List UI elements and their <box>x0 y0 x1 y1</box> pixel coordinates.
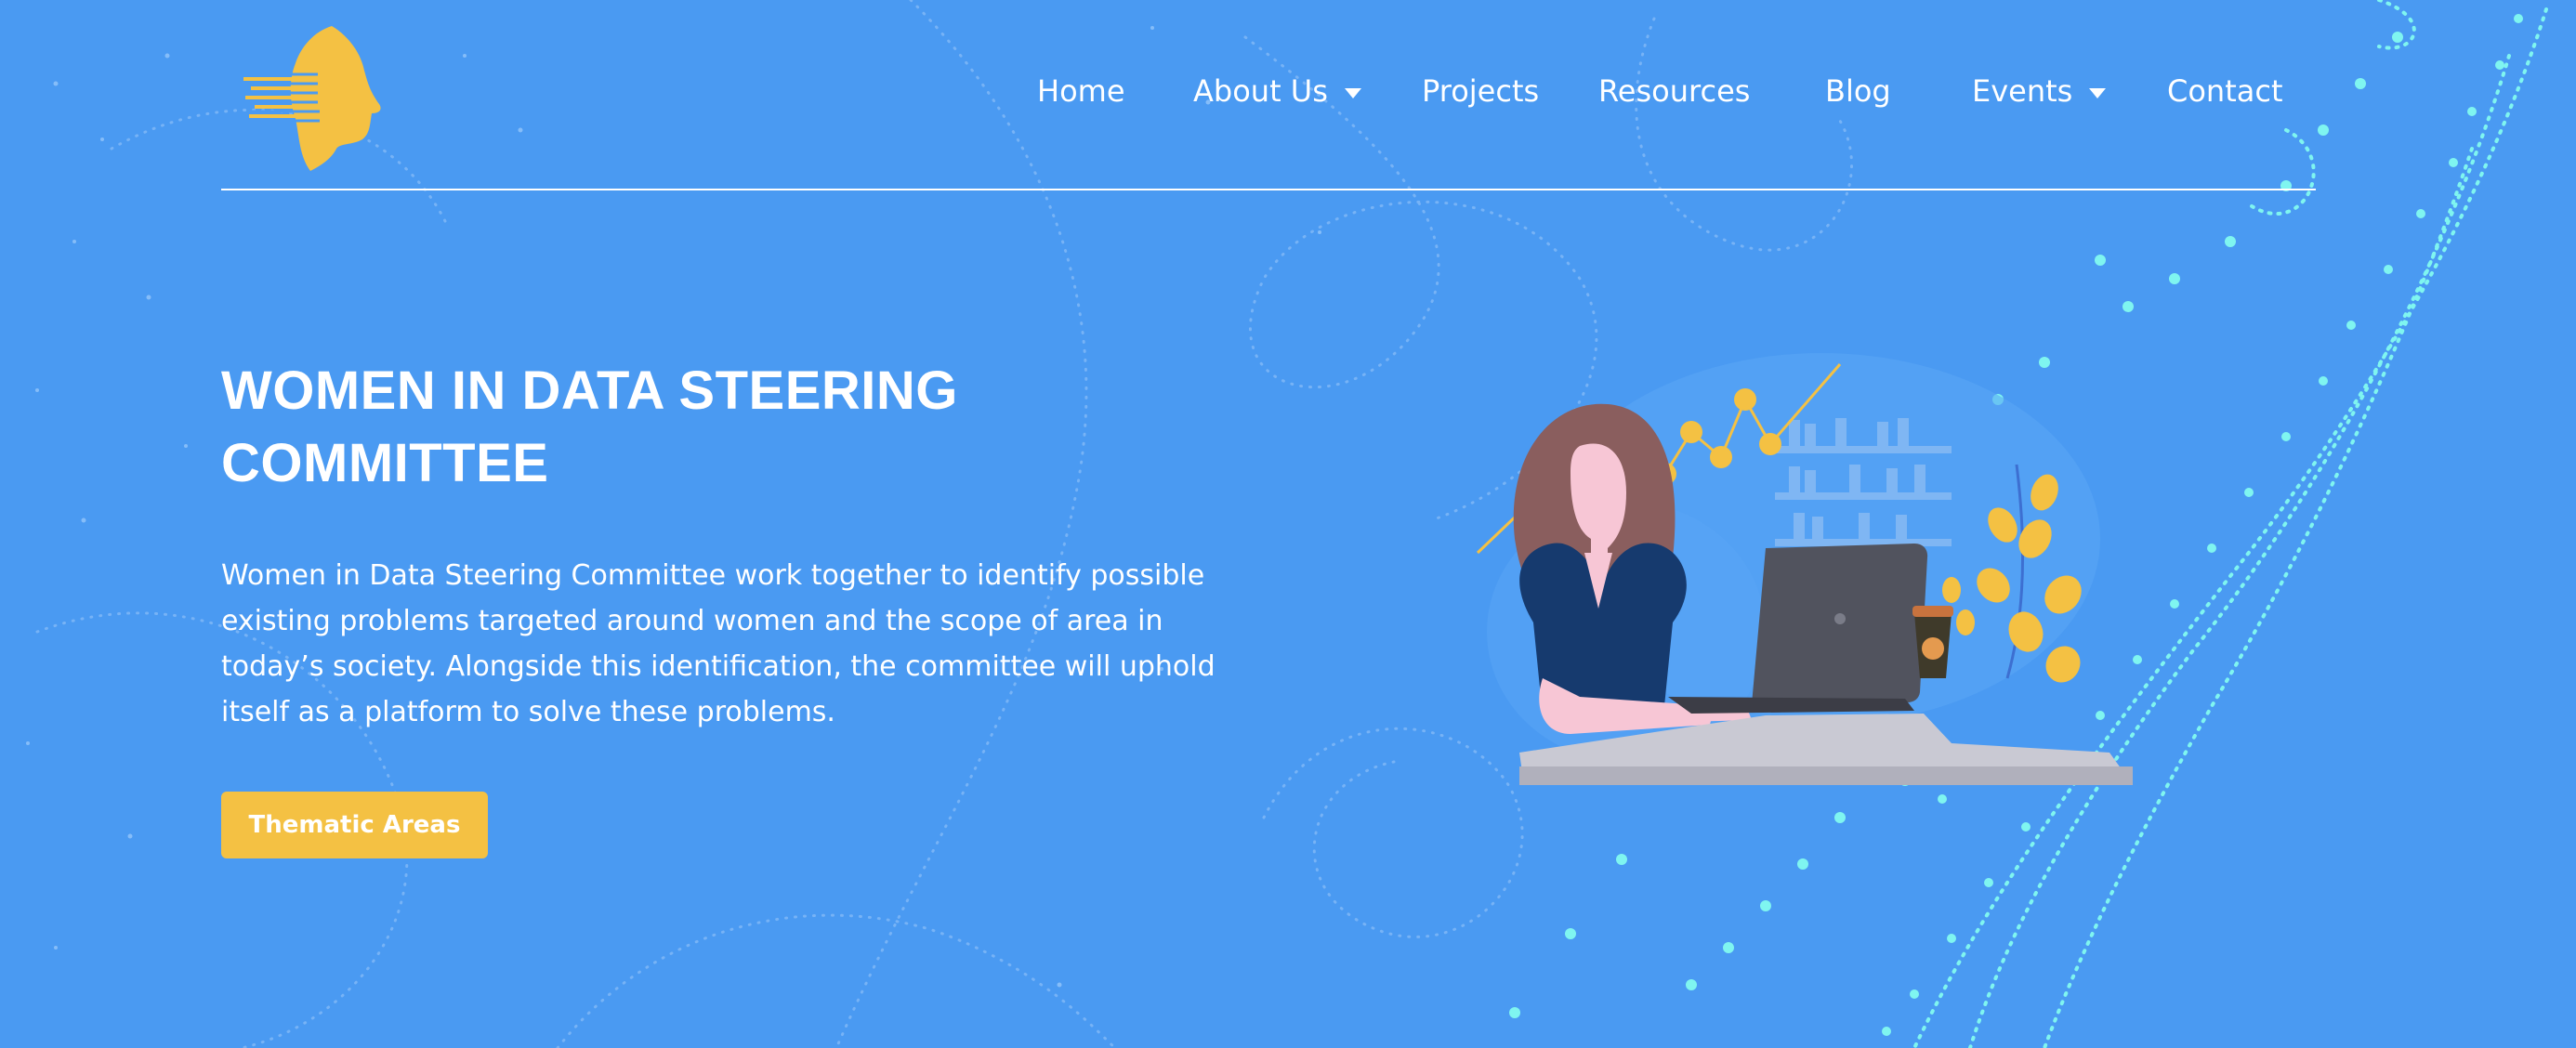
nav-blog-label: Blog <box>1825 73 1891 109</box>
hero-title-line-2: COMMITTEE <box>221 433 549 493</box>
nav-projects-label: Projects <box>1422 73 1540 109</box>
hero-description-line-4: itself as a platform to solve these prob… <box>221 696 835 728</box>
nav-events[interactable]: Events <box>1972 67 2107 115</box>
hero-description-line-2: existing problems targeted around women … <box>221 605 1163 637</box>
hero-description-line-1: Women in Data Steering Committee work to… <box>221 559 1205 592</box>
nav-resources-label: Resources <box>1598 73 1751 109</box>
nav-about-us[interactable]: About Us <box>1193 67 1361 115</box>
hero-description: Women in Data Steering Committee work to… <box>221 553 1253 735</box>
header-divider <box>221 189 2316 190</box>
nav-resources[interactable]: Resources <box>1598 67 1750 115</box>
thematic-areas-button[interactable]: Thematic Areas <box>221 792 488 858</box>
nav-contact[interactable]: Contact <box>2167 67 2283 115</box>
caret-down-icon <box>1344 87 1361 98</box>
nav-home-label: Home <box>1037 73 1125 109</box>
nav-contact-label: Contact <box>2167 73 2283 109</box>
hero-title-line-1: WOMEN IN DATA STEERING <box>221 360 958 421</box>
caret-down-icon <box>2089 87 2107 98</box>
main-nav: Home About Us Projects Resources Blog Ev… <box>0 67 2576 115</box>
hero-description-line-3: today’s society. Alongside this identifi… <box>221 650 1216 683</box>
particle-background <box>26 0 2548 1048</box>
nav-events-label: Events <box>1972 73 2073 109</box>
hero-title: WOMEN IN DATA STEERING COMMITTEE <box>221 355 1058 500</box>
nav-about-us-label: About Us <box>1193 73 1328 109</box>
nav-home[interactable]: Home <box>1037 67 1125 115</box>
woman-working-on-laptop-illustration <box>1476 353 2133 785</box>
nav-blog[interactable]: Blog <box>1825 67 1891 115</box>
nav-projects[interactable]: Projects <box>1422 67 1539 115</box>
